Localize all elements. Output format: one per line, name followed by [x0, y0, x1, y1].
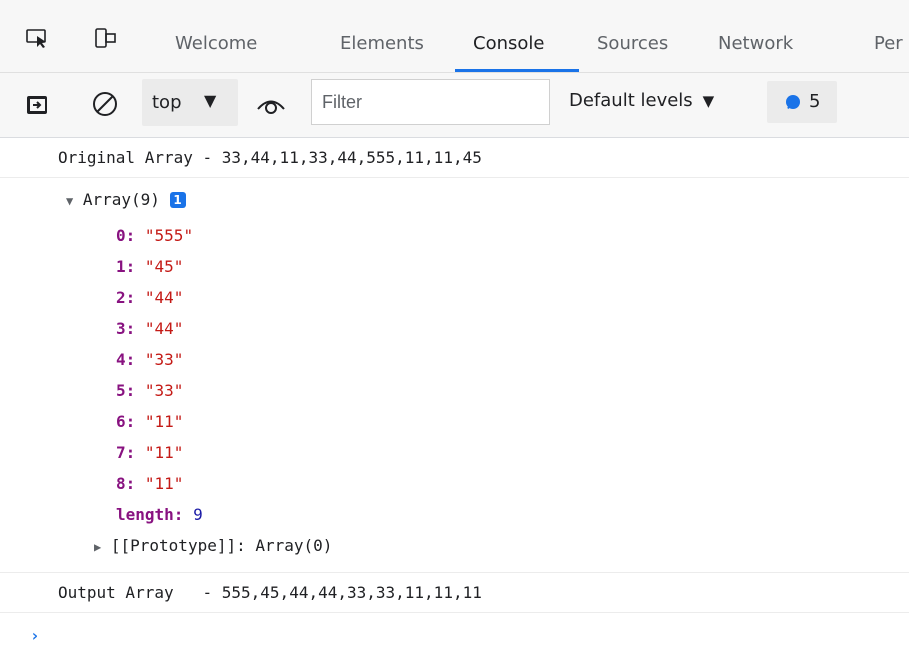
array-item: 8: "11": [116, 474, 184, 493]
console-prompt-icon[interactable]: ›: [30, 626, 40, 645]
prototype-text: [[Prototype]]: Array(0): [110, 536, 333, 555]
array-header[interactable]: ▼ Array(9) 1: [66, 190, 186, 211]
console-message-text: Output Array - 555,45,44,44,33,33,11,11,…: [58, 583, 482, 602]
console-output: Original Array - 33,44,11,33,44,555,11,1…: [0, 138, 909, 645]
console-message: Output Array - 555,45,44,44,33,33,11,11,…: [0, 573, 909, 613]
console-message-text: Original Array - 33,44,11,33,44,555,11,1…: [58, 148, 482, 167]
devtools-tab-bar: Welcome Elements Console Sources Network…: [0, 0, 909, 73]
console-message-array: ▼ Array(9) 1 0: "555" 1: "45" 2: "44" 3:…: [0, 178, 909, 573]
show-sidebar-icon[interactable]: [26, 95, 48, 119]
tab-performance[interactable]: Per: [874, 33, 903, 55]
expand-triangle-icon[interactable]: ▼: [66, 194, 73, 208]
array-item: 6: "11": [116, 412, 184, 431]
clear-console-icon[interactable]: [91, 90, 119, 122]
console-message: Original Array - 33,44,11,33,44,555,11,1…: [0, 138, 909, 178]
array-length: length: 9: [116, 505, 203, 524]
array-item: 0: "555": [116, 226, 194, 245]
context-selector-label: top: [152, 92, 182, 113]
tab-welcome[interactable]: Welcome: [175, 33, 257, 55]
tab-network[interactable]: Network: [718, 33, 793, 55]
filter-input[interactable]: [311, 79, 550, 125]
array-prototype[interactable]: ▶ [[Prototype]]: Array(0): [94, 536, 332, 557]
array-item: 3: "44": [116, 319, 184, 338]
console-toolbar: top ▼ Default levels ▼ 5: [0, 73, 909, 138]
issues-counter[interactable]: 5: [767, 81, 837, 123]
device-toolbar-icon[interactable]: [93, 27, 117, 49]
active-tab-indicator: [455, 69, 579, 72]
context-selector[interactable]: top ▼: [142, 79, 238, 126]
array-item: 4: "33": [116, 350, 184, 369]
tab-elements[interactable]: Elements: [340, 33, 424, 55]
array-item: 2: "44": [116, 288, 184, 307]
tab-console[interactable]: Console: [473, 33, 544, 55]
log-levels-label: Default levels: [569, 90, 693, 111]
log-levels-dropdown[interactable]: Default levels ▼: [569, 90, 714, 111]
message-bubble-icon: [784, 94, 802, 114]
chevron-down-icon: ▼: [204, 91, 217, 110]
info-badge[interactable]: 1: [169, 192, 186, 208]
array-item: 5: "33": [116, 381, 184, 400]
live-expression-eye-icon[interactable]: [256, 94, 286, 120]
expand-triangle-icon[interactable]: ▶: [94, 540, 101, 554]
issues-count: 5: [809, 91, 821, 112]
chevron-down-icon: ▼: [702, 92, 715, 110]
array-header-text: Array(9): [82, 190, 160, 209]
inspect-element-icon[interactable]: [25, 27, 49, 49]
array-item: 7: "11": [116, 443, 184, 462]
array-item: 1: "45": [116, 257, 184, 276]
tab-sources[interactable]: Sources: [597, 33, 668, 55]
